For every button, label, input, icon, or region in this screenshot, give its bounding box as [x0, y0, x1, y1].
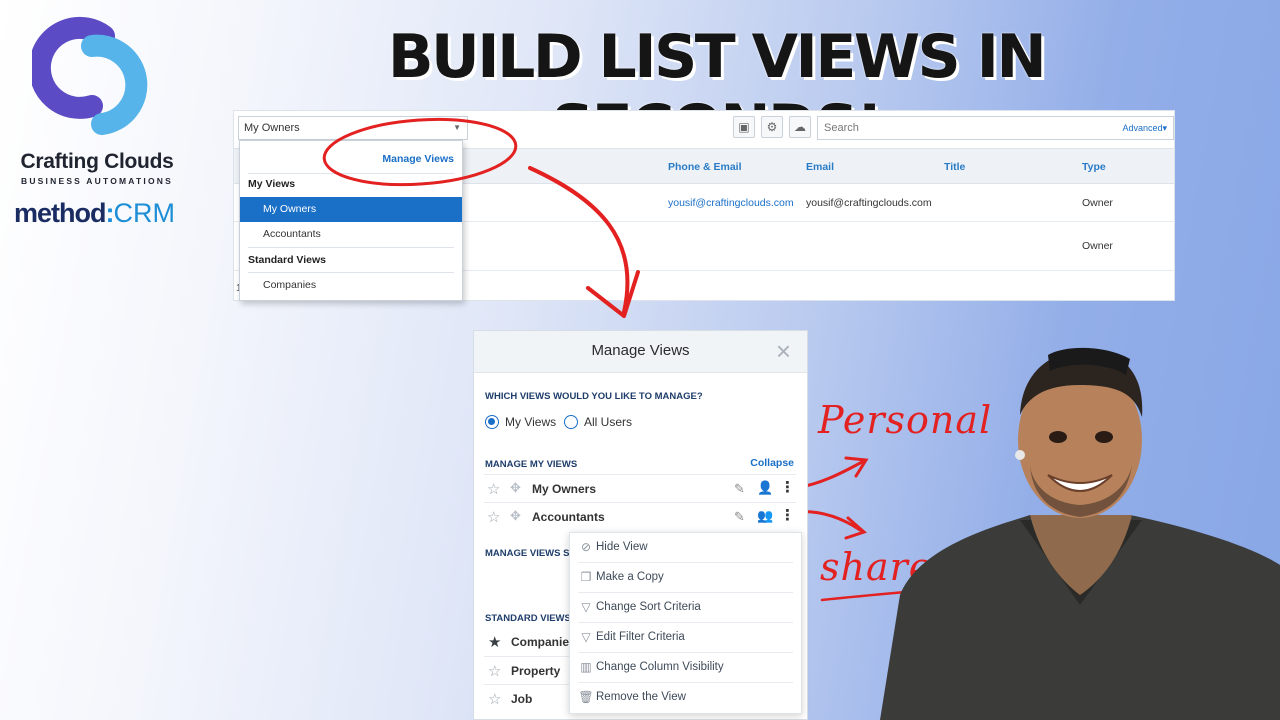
- people-icon[interactable]: 👥: [757, 508, 773, 524]
- arrow-head-personal: [844, 456, 869, 478]
- brand-tagline: BUSINESS AUTOMATIONS: [21, 176, 173, 186]
- cell-type: Owner: [1082, 240, 1113, 252]
- person-icon[interactable]: 👤: [757, 480, 773, 496]
- which-views-label: WHICH VIEWS WOULD YOU LIKE TO MANAGE?: [485, 391, 703, 402]
- pencil-icon[interactable]: ✎: [734, 509, 745, 525]
- menu-item-label: Edit Filter Criteria: [596, 631, 685, 643]
- my-view-row[interactable]: ☆ ✥ My Owners ✎ 👤 ⋮: [484, 474, 796, 502]
- standard-view-name: Job: [511, 692, 533, 706]
- search-placeholder: Search: [824, 122, 859, 134]
- method-crm-logo: method:CRM: [14, 198, 176, 228]
- cell-email: yousif@craftingclouds.com: [806, 197, 932, 209]
- column-header-type[interactable]: Type: [1082, 161, 1106, 173]
- method-logo-text: method: [14, 198, 106, 228]
- radio-all-users-label[interactable]: All Users: [584, 415, 632, 429]
- collapse-link[interactable]: Collapse: [750, 457, 794, 469]
- my-view-name: Accountants: [532, 510, 605, 524]
- menu-item-label: Change Sort Criteria: [596, 601, 701, 613]
- view-context-menu: ⊘ Hide View ❐ Make a Copy ▽ Change Sort …: [569, 532, 802, 714]
- copy-icon: ❐: [580, 570, 592, 584]
- gear-icon[interactable]: ⚙: [761, 116, 783, 138]
- menu-item-edit-filter[interactable]: ▽ Edit Filter Criteria: [578, 623, 793, 653]
- menu-item-label: Make a Copy: [596, 571, 664, 583]
- filter-icon: ▽: [581, 630, 591, 644]
- standard-view-name: Companies: [511, 635, 576, 649]
- manage-views-link[interactable]: Manage Views: [382, 153, 454, 165]
- trash-icon: 🗑: [578, 690, 594, 704]
- kebab-menu-icon[interactable]: ⋮: [780, 506, 795, 524]
- pencil-icon[interactable]: ✎: [734, 481, 745, 497]
- radio-my-views[interactable]: [485, 415, 499, 429]
- column-header-email[interactable]: Email: [806, 161, 834, 173]
- star-outline-icon[interactable]: ☆: [487, 508, 500, 526]
- modal-title: Manage Views: [591, 342, 690, 359]
- arrow-head-shared: [844, 516, 867, 540]
- drag-handle-icon[interactable]: ✥: [510, 508, 521, 524]
- columns-icon: ▥: [580, 660, 592, 674]
- cell-phone-email[interactable]: yousif@craftingclouds.com: [668, 197, 794, 209]
- crafting-clouds-logo-icon: [32, 16, 148, 135]
- view-select[interactable]: My Owners ▼: [238, 116, 468, 140]
- star-outline-icon[interactable]: ☆: [487, 480, 500, 498]
- radio-my-views-label[interactable]: My Views: [505, 415, 556, 429]
- column-header-title[interactable]: Title: [944, 161, 965, 173]
- cloud-upload-icon[interactable]: ☁: [789, 116, 811, 138]
- dropdown-item-accountants[interactable]: Accountants: [240, 222, 462, 247]
- divider: [248, 247, 454, 248]
- drag-handle-icon[interactable]: ✥: [510, 480, 521, 496]
- brand-name: Crafting Clouds: [20, 150, 174, 173]
- views-dropdown: Manage Views My Views My Owners Accounta…: [239, 140, 463, 301]
- star-filled-icon[interactable]: ★: [488, 633, 501, 651]
- cell-type: Owner: [1082, 197, 1113, 209]
- my-view-row[interactable]: ☆ ✥ Accountants ✎ 👥 ⋮: [484, 502, 796, 530]
- menu-item-remove-view[interactable]: 🗑 Remove the View: [578, 683, 793, 713]
- manage-my-views-label: MANAGE MY VIEWS: [485, 459, 578, 470]
- method-logo-suffix: CRM: [113, 198, 176, 228]
- divider: [248, 173, 454, 174]
- presenter-photo: [880, 347, 1280, 720]
- column-header-phone-email[interactable]: Phone & Email: [668, 161, 742, 173]
- star-outline-icon[interactable]: ☆: [488, 662, 501, 680]
- close-icon[interactable]: ×: [776, 337, 791, 365]
- menu-item-hide-view[interactable]: ⊘ Hide View: [578, 533, 793, 563]
- save-icon[interactable]: ▣: [733, 116, 755, 138]
- my-views-header: My Views: [248, 178, 296, 190]
- menu-item-label: Hide View: [596, 541, 648, 553]
- menu-item-change-sort[interactable]: ▽ Change Sort Criteria: [578, 593, 793, 623]
- standard-view-name: Property: [511, 664, 561, 678]
- kebab-menu-icon[interactable]: ⋮: [780, 478, 795, 496]
- menu-item-label: Remove the View: [596, 691, 686, 703]
- menu-item-label: Change Column Visibility: [596, 661, 724, 673]
- dropdown-item-my-owners[interactable]: My Owners: [240, 197, 462, 222]
- filter-icon: ▽: [581, 600, 591, 614]
- star-outline-icon[interactable]: ☆: [488, 690, 501, 708]
- my-view-name: My Owners: [532, 482, 597, 496]
- menu-item-column-visibility[interactable]: ▥ Change Column Visibility: [578, 653, 793, 683]
- radio-all-users[interactable]: [564, 415, 578, 429]
- view-select-value: My Owners: [244, 122, 300, 134]
- manage-shared-views-label: MANAGE VIEWS SH: [485, 548, 577, 559]
- dropdown-item-companies[interactable]: Companies: [240, 273, 462, 298]
- search-input[interactable]: Search Advanced▾: [817, 116, 1174, 140]
- eye-slash-icon: ⊘: [580, 540, 592, 554]
- chevron-down-icon: ▼: [453, 123, 461, 132]
- standard-views-label: STANDARD VIEWS: [485, 613, 571, 624]
- modal-header: Manage Views ×: [474, 331, 807, 373]
- advanced-search-link[interactable]: Advanced▾: [1122, 117, 1167, 139]
- menu-item-make-copy[interactable]: ❐ Make a Copy: [578, 563, 793, 593]
- standard-views-header: Standard Views: [248, 254, 327, 266]
